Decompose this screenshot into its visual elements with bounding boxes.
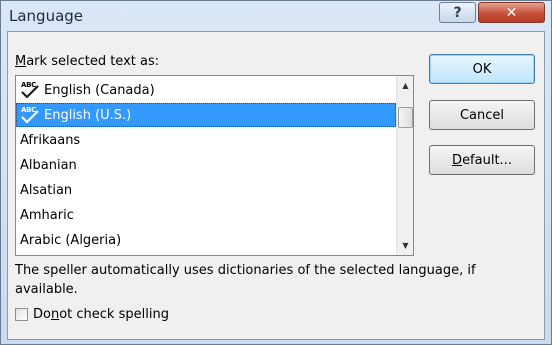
do-not-check-spelling-checkbox[interactable] [15, 308, 28, 321]
checkbox-label-rest: ot check spelling [59, 307, 169, 322]
language-listbox[interactable]: ABC English (Canada) ABC English (U.S.) Afri… [15, 75, 414, 256]
dialog-title: Language [9, 7, 84, 25]
ok-button[interactable]: OK [429, 54, 535, 84]
checkbox-label-prefix: Do [33, 307, 51, 322]
default-label: efault... [462, 152, 512, 168]
cancel-button[interactable]: Cancel [429, 100, 535, 130]
scroll-down-icon[interactable]: ▼ [397, 237, 413, 254]
list-item-label: English (Canada) [44, 82, 155, 98]
list-item-label: Afrikaans [20, 132, 81, 148]
list-item-label: English (U.S.) [44, 107, 132, 123]
list-item[interactable]: Afrikaans [16, 128, 396, 152]
do-not-check-spelling-option[interactable]: Do n ot check spelling [15, 307, 169, 322]
list-item-label: Arabic (Algeria) [20, 232, 122, 248]
language-dialog: Language ? ✕ Mark selected text as: ABC E… [0, 0, 552, 345]
dialog-body: Mark selected text as: ABC English (Canad… [7, 31, 545, 340]
help-icon: ? [453, 4, 462, 21]
list-item[interactable]: Arabic (Algeria) [16, 228, 396, 252]
close-icon: ✕ [505, 4, 518, 21]
list-item[interactable]: Albanian [16, 153, 396, 177]
title-bar[interactable]: Language ? ✕ [1, 1, 551, 31]
list-item[interactable]: Amharic [16, 203, 396, 227]
list-item[interactable]: ABC English (U.S.) [16, 103, 396, 127]
help-button[interactable]: ? [439, 2, 476, 23]
prompt-text: ark selected text as: [26, 54, 160, 69]
list-item[interactable]: Alsatian [16, 178, 396, 202]
default-accelerator: D [452, 152, 463, 168]
checkbox-accelerator: n [50, 307, 60, 322]
list-item[interactable]: ABC English (Canada) [16, 78, 396, 102]
spellcheck-icon: ABC [20, 106, 41, 124]
speller-description: The speller automatically uses dictionar… [15, 263, 476, 297]
list-item-label: Alsatian [20, 182, 73, 198]
list-prompt-label: Mark selected text as: [15, 54, 159, 69]
close-button[interactable]: ✕ [478, 2, 545, 23]
default-button[interactable]: Default... [429, 145, 535, 175]
spellcheck-icon: ABC [20, 81, 41, 99]
scroll-thumb[interactable] [398, 107, 413, 128]
list-item-label: Albanian [20, 157, 77, 173]
prompt-accelerator: M [15, 54, 27, 69]
list-item-label: Amharic [20, 207, 74, 223]
vertical-scrollbar[interactable]: ▲ ▼ [396, 76, 413, 255]
scroll-up-icon[interactable]: ▲ [397, 77, 413, 94]
